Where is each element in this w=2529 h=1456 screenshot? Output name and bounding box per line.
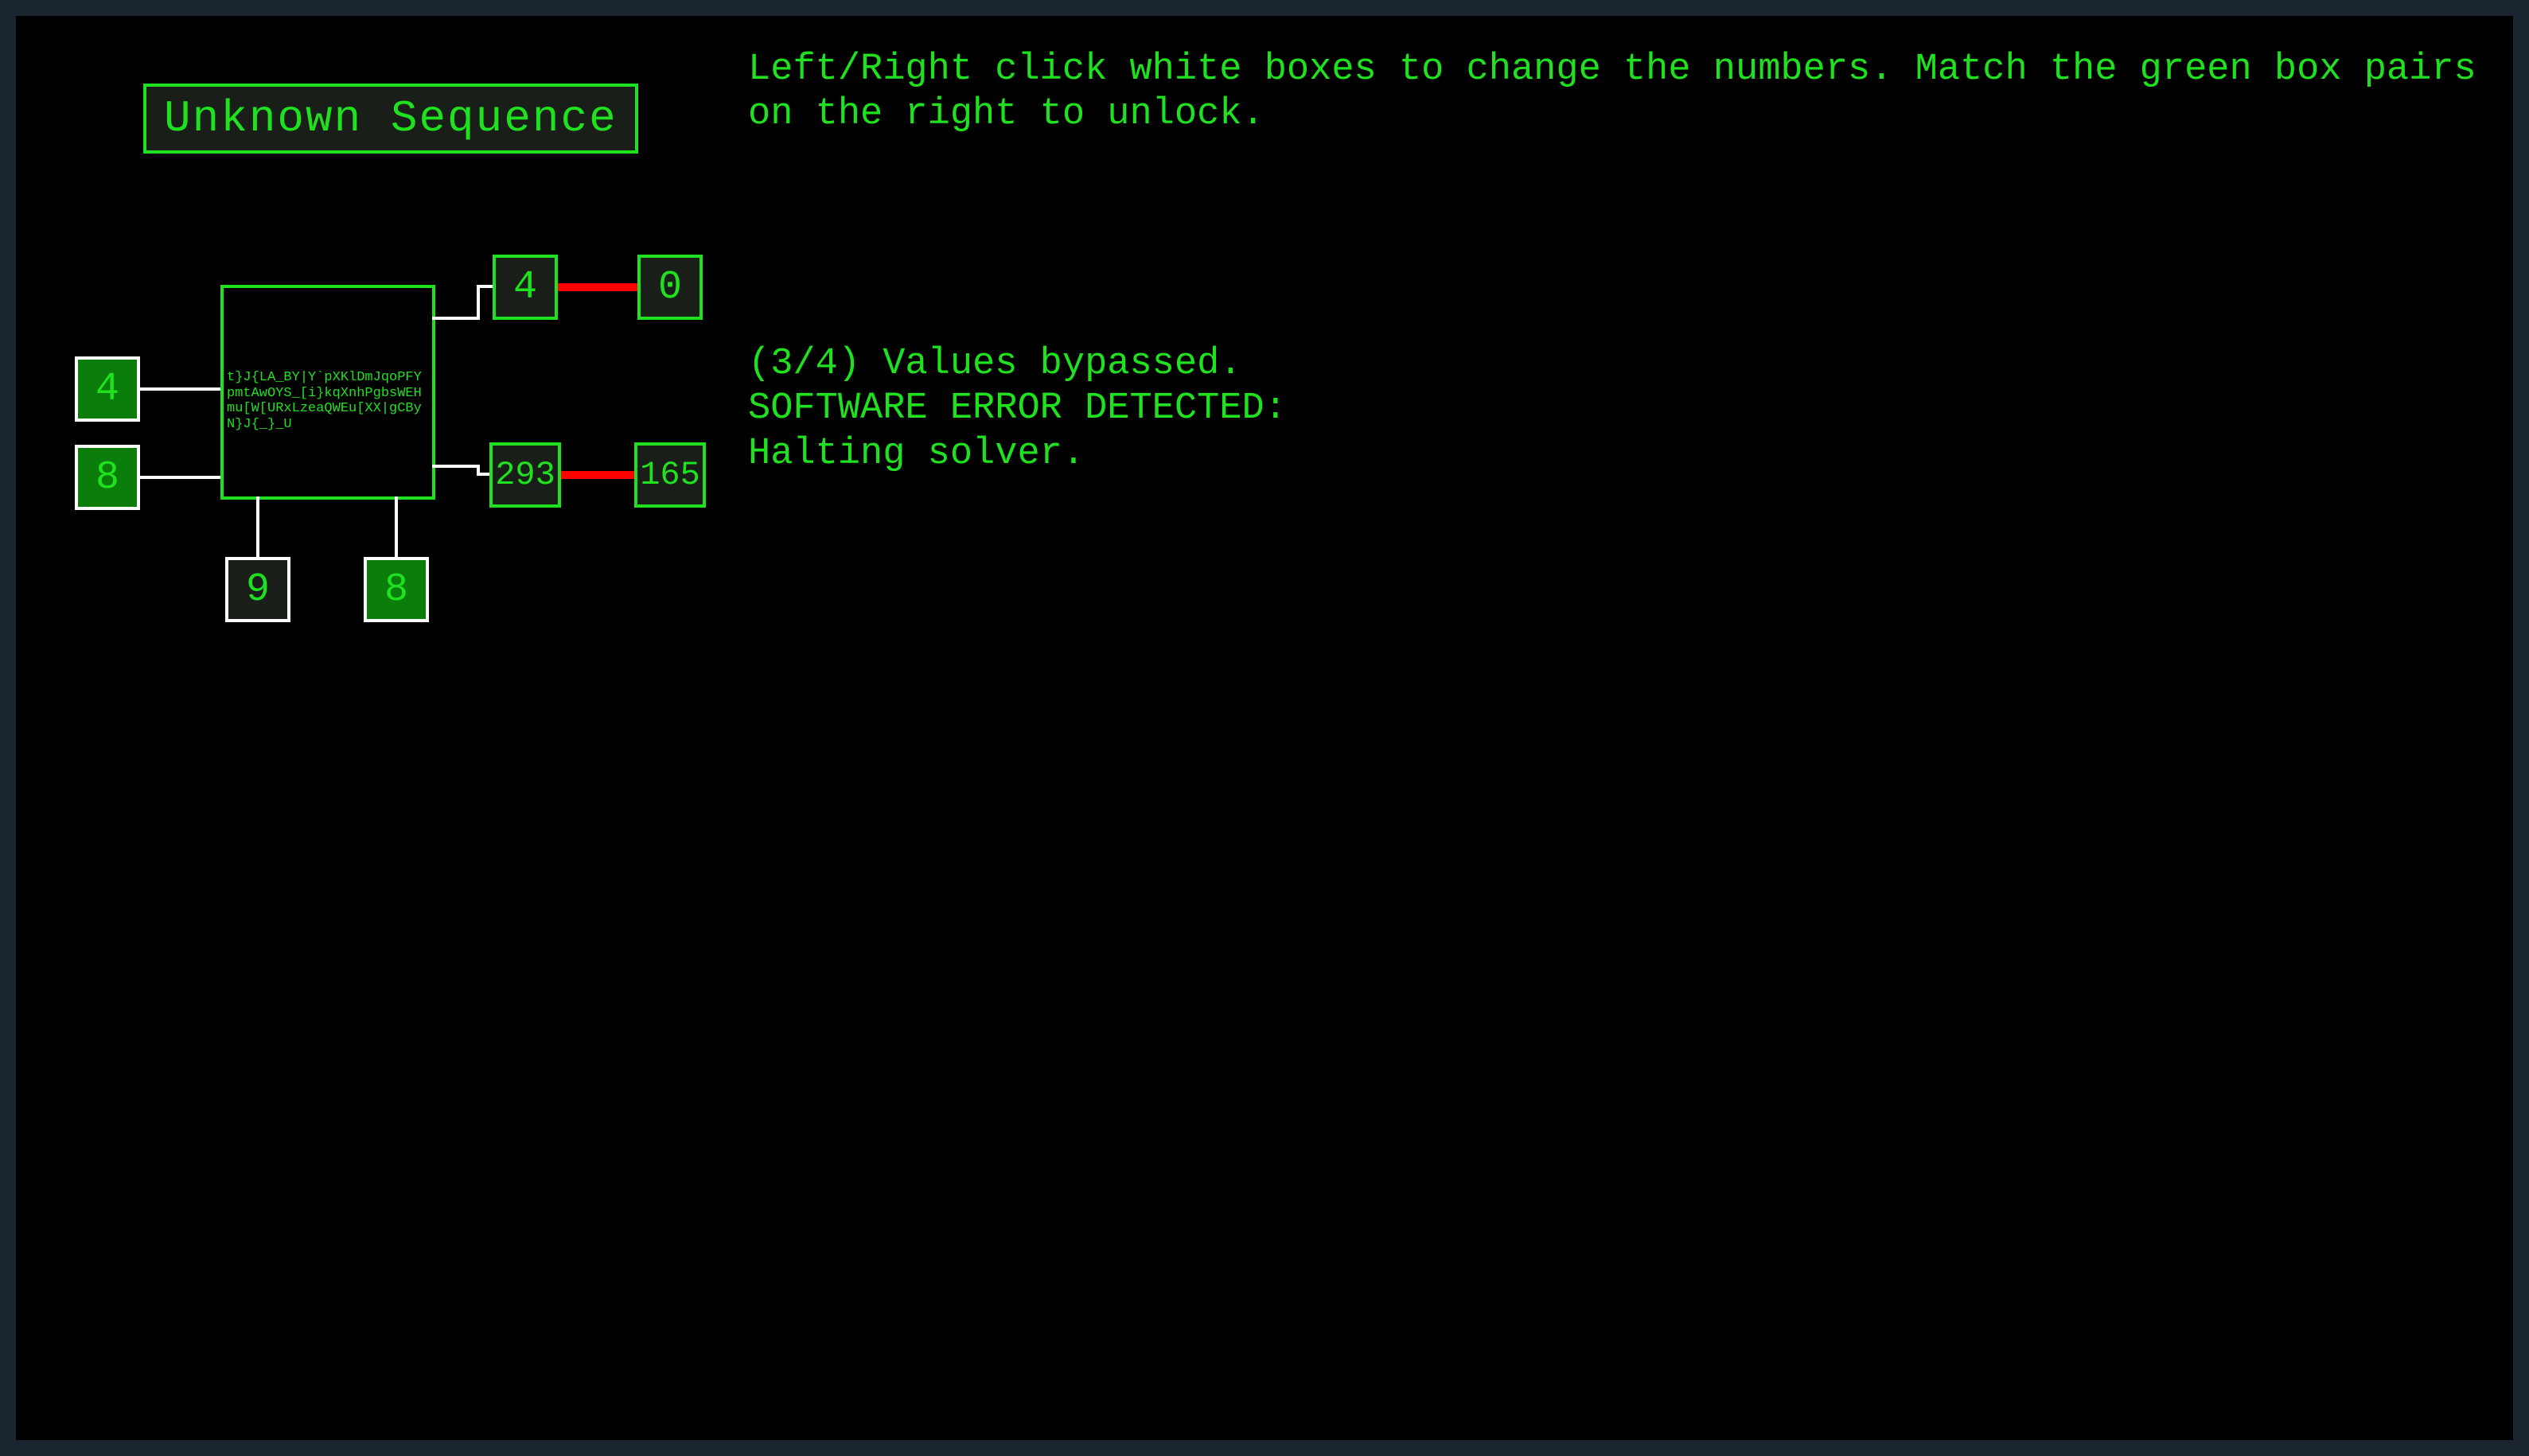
output-row1-left: 4: [493, 255, 558, 320]
wire-left-bottom: [140, 476, 220, 479]
input-bottom-right[interactable]: 8: [364, 557, 429, 622]
wire-mismatch-row2: [558, 471, 637, 479]
wire-out-top-v: [477, 285, 480, 320]
input-bottom-left[interactable]: 9: [225, 557, 290, 622]
output-row1-right-value: 0: [658, 265, 682, 310]
output-row2-left-value: 293: [495, 456, 555, 494]
input-bottom-left-value: 9: [246, 567, 270, 613]
wire-bottom-left: [256, 496, 259, 557]
game-stage: Unknown Sequence Left/Right click white …: [16, 16, 2513, 1440]
output-row2-right-value: 165: [640, 456, 700, 494]
wire-left-top: [140, 387, 220, 391]
output-row1-right: 0: [637, 255, 703, 320]
wire-out-bot-h2: [477, 473, 489, 476]
input-left-top-value: 4: [95, 367, 119, 412]
wire-out-top: [432, 317, 480, 320]
input-left-bottom[interactable]: 8: [75, 445, 140, 510]
chip-garbage-text: t}J{LA_BY|Y`pXKlDmJqoPFYpmtAwOYS_[i}kqXn…: [227, 370, 430, 432]
status-text: (3/4) Values bypassed. SOFTWARE ERROR DE…: [748, 342, 2489, 477]
wire-mismatch-row1: [558, 283, 637, 291]
input-bottom-right-value: 8: [384, 567, 408, 613]
input-left-top[interactable]: 4: [75, 356, 140, 422]
output-row1-left-value: 4: [513, 265, 537, 310]
wire-bottom-right: [395, 496, 398, 557]
output-row2-right: 165: [634, 442, 706, 508]
instructions-text: Left/Right click white boxes to change t…: [748, 48, 2489, 138]
wire-out-bot: [432, 465, 480, 468]
output-row2-left: 293: [489, 442, 561, 508]
puzzle-title: Unknown Sequence: [143, 84, 638, 154]
input-left-bottom-value: 8: [95, 455, 119, 500]
